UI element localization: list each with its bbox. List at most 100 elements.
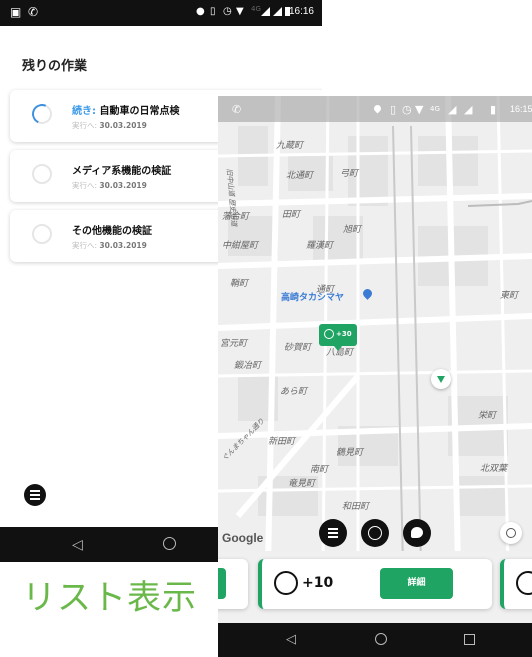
remaining-tasks-title: 残りの作業 — [22, 59, 88, 74]
status-time: 16:16 — [288, 6, 314, 17]
status-bar: ✆ ▯ ◷ ▼ 4G ◢ ◢ ▮ 16:15 — [218, 96, 532, 122]
map-place-label: 栄町 — [478, 411, 497, 421]
google-logo: Google — [222, 531, 264, 545]
task-name: 自動車の日常点検 — [99, 106, 180, 117]
map-roads — [218, 96, 532, 566]
due-label: 実行へ: — [72, 121, 100, 130]
map-place-label: 中紺屋町 — [222, 241, 259, 251]
task-name: メディア系機能の検証 — [72, 166, 172, 177]
vibrate-icon: ▯ — [210, 6, 216, 17]
status-bar: ▣ ✆ ● ▯ ◷ ▼ 4G 16:16 — [0, 0, 322, 26]
due-date: 30.03.2019 — [99, 241, 147, 250]
signal-icon-2 — [273, 7, 282, 16]
phone-icon: ✆ — [28, 5, 39, 19]
map-place-label: 九蔵町 — [276, 141, 304, 151]
list-view-caption: リスト表示 — [22, 578, 197, 618]
task-carousel[interactable]: +10 詳細 — [218, 551, 532, 623]
score-marker[interactable]: +30 — [319, 324, 357, 351]
smiley-icon — [274, 571, 298, 595]
map-place-label: 北通町 — [286, 171, 314, 181]
poi-label[interactable]: 高崎タカシマヤ — [281, 290, 344, 303]
network-type: 4G — [251, 5, 261, 13]
task-name: その他機能の検証 — [72, 226, 152, 237]
detail-button[interactable]: 詳細 — [380, 568, 453, 599]
smiley-icon — [324, 329, 334, 339]
status-circle-icon — [32, 164, 52, 184]
map-place-label: 宮元町 — [220, 339, 248, 349]
map-place-label: 和田町 — [342, 502, 370, 512]
map-place-label: 羅漢町 — [306, 241, 334, 251]
signal-icon — [261, 7, 270, 16]
home-icon[interactable] — [163, 537, 176, 550]
task-due: 実行へ: 30.03.2019 — [72, 240, 147, 251]
menu-icon-line — [328, 532, 338, 534]
alarm-icon: ◷ — [402, 103, 412, 116]
menu-icon — [328, 528, 338, 530]
location-icon — [372, 103, 383, 114]
map-place-label: 弓町 — [340, 169, 359, 179]
score-button[interactable] — [361, 519, 389, 547]
recent-apps-icon[interactable] — [464, 634, 475, 645]
vibrate-icon: ▯ — [390, 103, 397, 116]
back-icon[interactable]: ◁ — [286, 632, 296, 647]
task-tile-next[interactable] — [500, 559, 532, 609]
due-label: 実行へ: — [72, 241, 100, 250]
smiley-icon — [368, 526, 382, 540]
task-title: その他機能の検証 — [72, 222, 152, 237]
due-date: 30.03.2019 — [99, 121, 147, 130]
crosshair-icon — [506, 528, 516, 538]
signal-icon-2: ◢ — [464, 103, 473, 116]
due-label: 実行へ: — [72, 181, 100, 190]
task-due: 実行へ: 30.03.2019 — [72, 180, 147, 191]
task-tile-prev[interactable] — [218, 559, 248, 609]
menu-button[interactable] — [24, 484, 46, 506]
sheet-top — [0, 26, 322, 40]
map-place-label: 旭町 — [343, 225, 362, 235]
network-type: 4G — [430, 105, 440, 113]
task-title: メディア系機能の検証 — [72, 162, 171, 177]
alarm-icon: ◷ — [223, 6, 232, 17]
wifi-icon: ▼ — [236, 6, 244, 17]
menu-icon-line — [30, 498, 40, 500]
list-menu-button[interactable] — [319, 519, 347, 547]
chat-button[interactable] — [403, 519, 431, 547]
location-icon: ● — [196, 6, 205, 17]
due-date: 30.03.2019 — [99, 181, 147, 190]
current-location-icon[interactable] — [431, 369, 451, 389]
map-place-label: 田町 — [282, 210, 301, 220]
status-time: 16:15 — [510, 104, 532, 114]
menu-icon-line — [30, 494, 40, 496]
image-icon: ▣ — [10, 5, 22, 19]
map-view-screen: ✆ ▯ ◷ ▼ 4G ◢ ◢ ▮ 16:15 九蔵町 北通町 弓町 藩合町 田町… — [218, 96, 532, 657]
task-points: +10 — [302, 575, 334, 591]
menu-icon-line — [328, 536, 338, 538]
menu-icon — [30, 490, 40, 492]
map-place-label: あら町 — [280, 387, 308, 397]
map-place-label: 竜見町 — [288, 479, 316, 489]
map-place-label: 東町 — [500, 291, 519, 301]
continue-label: 続き: — [72, 106, 100, 117]
map-place-label: 砂賀町 — [284, 343, 312, 353]
signal-icon: ◢ — [448, 103, 457, 116]
map-place-label: 南町 — [310, 465, 329, 475]
phone-icon: ✆ — [232, 103, 242, 116]
task-tile[interactable]: +10 詳細 — [258, 559, 492, 609]
wifi-icon: ▼ — [415, 103, 424, 116]
map-place-label: 北双葉 — [480, 464, 508, 474]
android-nav-bar: ◁ — [218, 623, 532, 657]
progress-spinner-icon — [29, 101, 55, 127]
map-canvas[interactable]: ✆ ▯ ◷ ▼ 4G ◢ ◢ ▮ 16:15 九蔵町 北通町 弓町 藩合町 田町… — [218, 96, 532, 566]
task-title: 続き: 自動車の日常点検 — [72, 102, 179, 117]
status-circle-icon — [32, 224, 52, 244]
map-place-label: 鶴見町 — [336, 448, 364, 458]
smiley-icon — [516, 571, 532, 595]
chat-icon — [411, 527, 423, 538]
detail-button-partial[interactable] — [218, 568, 226, 599]
home-icon[interactable] — [375, 633, 387, 645]
locate-me-button[interactable] — [500, 522, 522, 544]
battery-icon: ▮ — [490, 103, 497, 116]
map-place-label: 鍛冶町 — [234, 361, 262, 371]
back-icon[interactable]: ◁ — [72, 537, 83, 553]
score-value: +30 — [336, 330, 352, 338]
map-place-label: 鞘町 — [230, 279, 249, 289]
